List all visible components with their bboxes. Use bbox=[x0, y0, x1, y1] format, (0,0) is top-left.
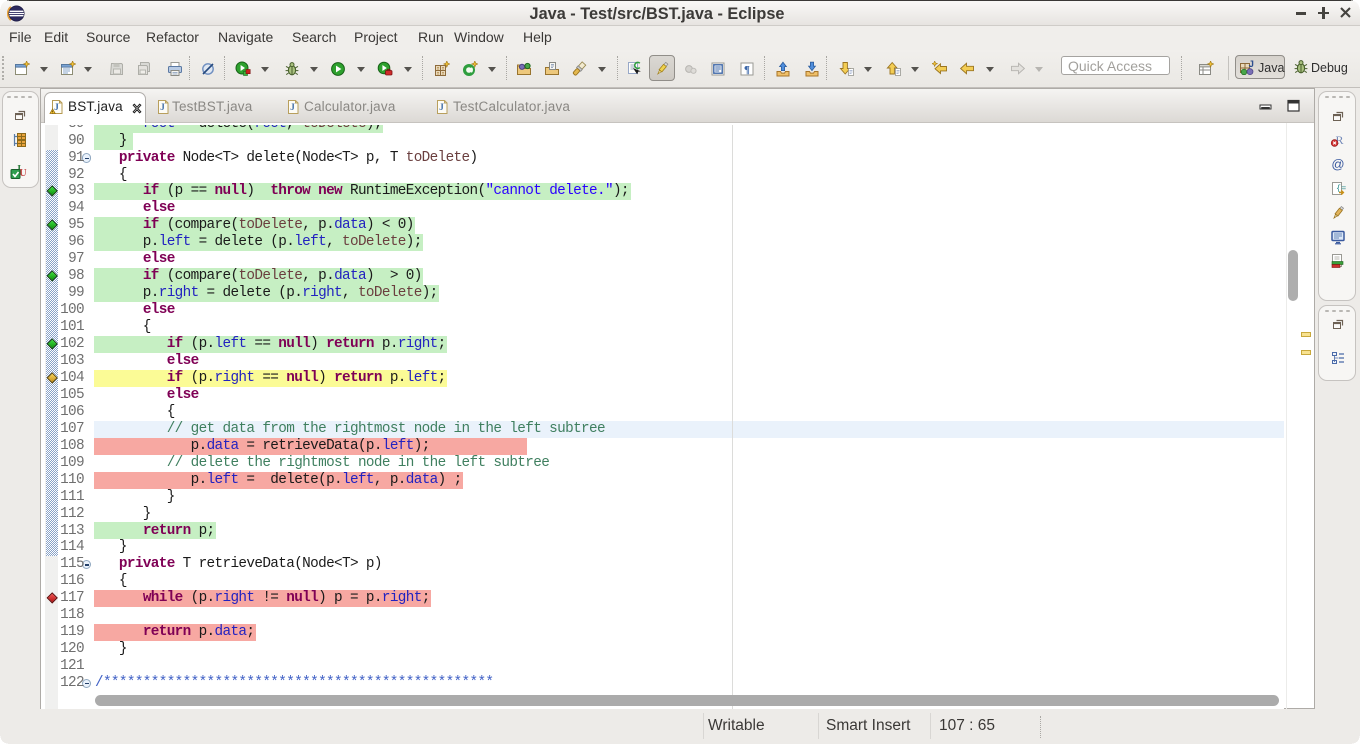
svg-text:¶: ¶ bbox=[744, 64, 750, 76]
svg-text:J: J bbox=[439, 103, 444, 113]
svg-text:J: J bbox=[290, 103, 295, 113]
svg-text:@: @ bbox=[1331, 157, 1344, 172]
svg-text:J: J bbox=[54, 103, 59, 113]
svg-text:J: J bbox=[160, 103, 165, 113]
